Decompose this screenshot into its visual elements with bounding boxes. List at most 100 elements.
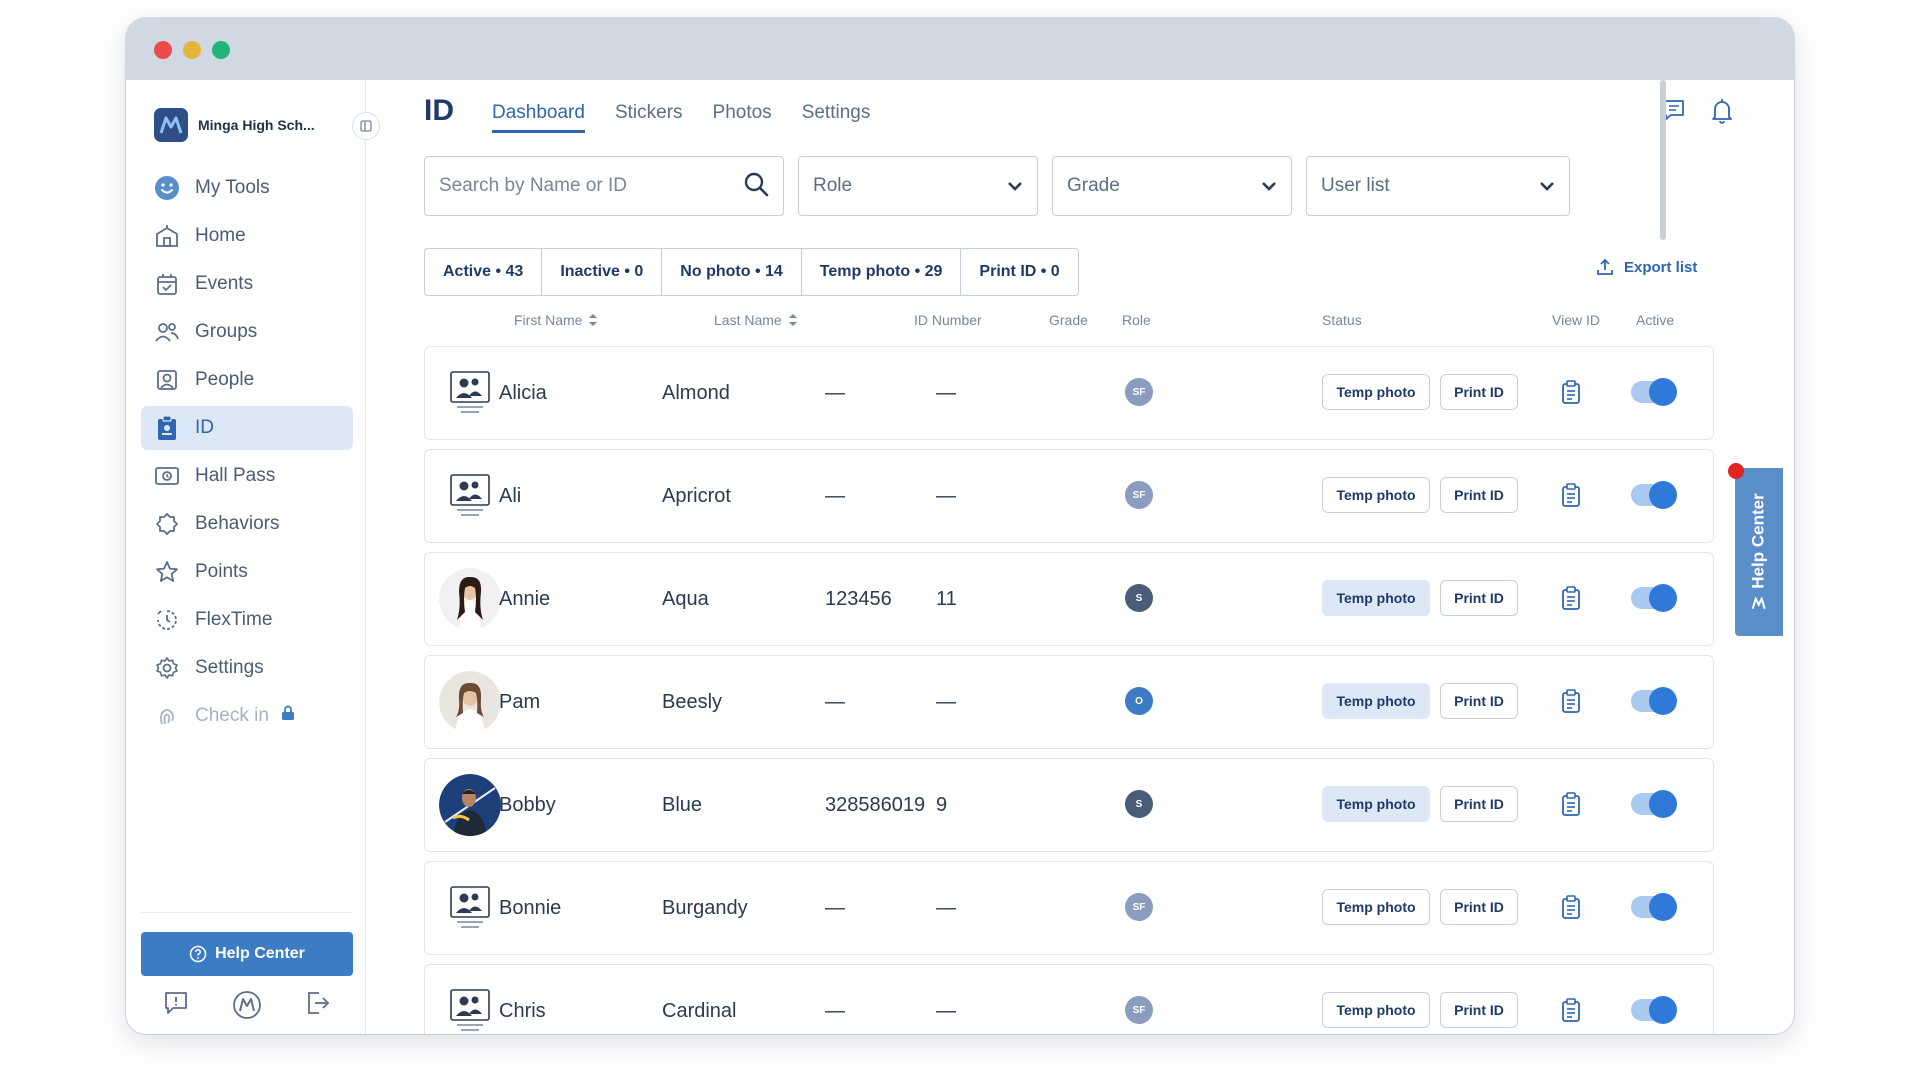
- last-name-cell: Almond: [662, 381, 730, 404]
- feedback-icon[interactable]: [163, 990, 189, 1025]
- floating-help-label: Help Center: [1749, 493, 1769, 589]
- active-toggle[interactable]: [1631, 996, 1677, 1024]
- grade-select[interactable]: Grade: [1052, 156, 1292, 216]
- grade-select-value: Grade: [1067, 175, 1120, 196]
- role-select[interactable]: Role: [798, 156, 1038, 216]
- user-list-select[interactable]: User list: [1306, 156, 1570, 216]
- role-badge: SF: [1125, 893, 1153, 921]
- temp-photo-button[interactable]: Temp photo: [1322, 683, 1430, 719]
- view-id-icon[interactable]: [1561, 380, 1581, 409]
- active-toggle[interactable]: [1631, 790, 1677, 818]
- temp-photo-button[interactable]: Temp photo: [1322, 786, 1430, 822]
- sidebar-item-behaviors[interactable]: Behaviors: [141, 502, 353, 546]
- table-row[interactable]: Bobby Blue 328586019 9 S Temp photo Print ID: [424, 758, 1714, 852]
- print-id-button[interactable]: Print ID: [1440, 889, 1518, 925]
- print-id-button[interactable]: Print ID: [1440, 786, 1518, 822]
- tab-stickers[interactable]: Stickers: [615, 102, 683, 133]
- active-toggle[interactable]: [1631, 481, 1677, 509]
- table-row[interactable]: Annie Aqua 123456 11 S Temp photo Print ID: [424, 552, 1714, 646]
- grade-header: Grade: [1049, 312, 1088, 328]
- table-row[interactable]: Pam Beesly — — O Temp photo Print ID: [424, 655, 1714, 749]
- view-id-icon[interactable]: [1561, 483, 1581, 512]
- table-row[interactable]: Alicia Almond — — SF Temp photo Print ID: [424, 346, 1714, 440]
- search-input[interactable]: [439, 175, 729, 197]
- first-name-cell: Bobby: [499, 793, 556, 816]
- sidebar-item-check-in[interactable]: Check in: [141, 694, 353, 738]
- notification-bell-icon[interactable]: [1710, 98, 1734, 129]
- role-badge: SF: [1125, 481, 1153, 509]
- status-tab-print-id[interactable]: Print ID • 0: [961, 249, 1077, 295]
- temp-photo-button[interactable]: Temp photo: [1322, 374, 1430, 410]
- export-list-button[interactable]: Export list: [1596, 258, 1697, 276]
- sidebar-item-label: Points: [195, 561, 248, 582]
- active-toggle[interactable]: [1631, 893, 1677, 921]
- no-photo-icon: [439, 980, 501, 1034]
- logout-icon[interactable]: [305, 990, 331, 1025]
- sidebar-item-hall-pass[interactable]: Hall Pass: [141, 454, 353, 498]
- status-tab-active[interactable]: Active • 43: [425, 249, 543, 295]
- last-name-cell: Beesly: [662, 690, 723, 713]
- tab-settings[interactable]: Settings: [802, 102, 871, 133]
- first-name-header[interactable]: First Name: [514, 312, 598, 328]
- vertical-scrollbar[interactable]: [1660, 80, 1666, 240]
- help-center-button[interactable]: Help Center: [141, 932, 353, 976]
- view-id-icon[interactable]: [1561, 998, 1581, 1027]
- view-id-icon[interactable]: [1561, 792, 1581, 821]
- table-row[interactable]: Chris Cardinal — — SF Temp photo Print ID: [424, 964, 1714, 1034]
- header-actions: [1662, 98, 1734, 129]
- sidebar-item-events[interactable]: Events: [141, 262, 353, 306]
- print-id-button[interactable]: Print ID: [1440, 992, 1518, 1028]
- groups-icon: [153, 318, 181, 346]
- user-table: Alicia Almond — — SF Temp photo Print ID Ali Apr…: [424, 346, 1714, 1034]
- upload-icon: [1597, 258, 1613, 275]
- sidebar-item-home[interactable]: Home: [141, 214, 353, 258]
- view-id-icon[interactable]: [1561, 895, 1581, 924]
- active-toggle[interactable]: [1631, 584, 1677, 612]
- table-row[interactable]: Ali Apricrot — — SF Temp photo Print ID: [424, 449, 1714, 543]
- tab-photos[interactable]: Photos: [713, 102, 772, 133]
- status-tab-temp-photo[interactable]: Temp photo • 29: [802, 249, 962, 295]
- id-badge-icon: [153, 414, 181, 442]
- active-toggle[interactable]: [1631, 378, 1677, 406]
- minimize-window-button[interactable]: [183, 41, 201, 59]
- app-window: Minga High Sch... My Tools Home Events G…: [126, 18, 1794, 1034]
- view-id-icon[interactable]: [1561, 689, 1581, 718]
- sidebar-item-id[interactable]: ID: [141, 406, 353, 450]
- sidebar-nav: My Tools Home Events Groups People ID Ha…: [141, 166, 353, 742]
- maximize-window-button[interactable]: [212, 41, 230, 59]
- status-tab-inactive[interactable]: Inactive • 0: [542, 249, 663, 295]
- role-badge: SF: [1125, 378, 1153, 406]
- sidebar-item-people[interactable]: People: [141, 358, 353, 402]
- role-badge: SF: [1125, 996, 1153, 1024]
- print-id-button[interactable]: Print ID: [1440, 374, 1518, 410]
- sidebar-item-settings[interactable]: Settings: [141, 646, 353, 690]
- temp-photo-button[interactable]: Temp photo: [1322, 992, 1430, 1028]
- temp-photo-button[interactable]: Temp photo: [1322, 889, 1430, 925]
- school-switcher[interactable]: Minga High Sch...: [154, 108, 315, 142]
- print-id-button[interactable]: Print ID: [1440, 683, 1518, 719]
- last-name-header[interactable]: Last Name: [714, 312, 798, 328]
- print-id-button[interactable]: Print ID: [1440, 477, 1518, 513]
- tab-dashboard[interactable]: Dashboard: [492, 102, 585, 133]
- view-id-header: View ID: [1552, 312, 1600, 328]
- sidebar-item-flextime[interactable]: FlexTime: [141, 598, 353, 642]
- temp-photo-button[interactable]: Temp photo: [1322, 580, 1430, 616]
- role-badge: O: [1125, 687, 1153, 715]
- temp-photo-button[interactable]: Temp photo: [1322, 477, 1430, 513]
- view-id-icon[interactable]: [1561, 586, 1581, 615]
- floating-help-center-tab[interactable]: Help Center: [1735, 468, 1783, 636]
- sidebar-item-my-tools[interactable]: My Tools: [141, 166, 353, 210]
- status-tab-no-photo[interactable]: No photo • 14: [662, 249, 802, 295]
- chevron-down-icon: [1539, 175, 1555, 197]
- toggle-knob: [1649, 584, 1677, 612]
- print-id-button[interactable]: Print ID: [1440, 580, 1518, 616]
- close-window-button[interactable]: [154, 41, 172, 59]
- table-row[interactable]: Bonnie Burgandy — — SF Temp photo Print ID: [424, 861, 1714, 955]
- search-icon[interactable]: [743, 171, 769, 202]
- active-toggle[interactable]: [1631, 687, 1677, 715]
- sidebar-item-points[interactable]: Points: [141, 550, 353, 594]
- minga-mark-icon: [1752, 596, 1766, 609]
- first-name-cell: Chris: [499, 999, 546, 1022]
- minga-logo-icon[interactable]: [232, 990, 262, 1025]
- sidebar-item-groups[interactable]: Groups: [141, 310, 353, 354]
